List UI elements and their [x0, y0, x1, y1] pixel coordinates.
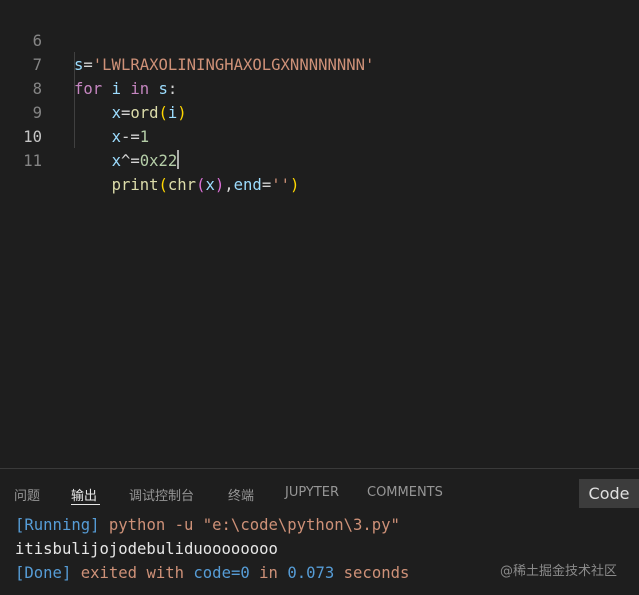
done-tag: [Done]: [15, 564, 72, 582]
token-chr: chr: [167, 176, 197, 194]
code-line-11[interactable]: 11 print(chr(x),end=''): [0, 125, 639, 194]
token-number: 0x22: [139, 152, 178, 170]
token-print: print: [111, 176, 159, 194]
code-line-6[interactable]: 6 s='LWLRAXOLININGHAXOLGXNNNNNNNN': [0, 5, 639, 74]
token-paren: ): [289, 176, 300, 194]
panel-tabs: 问题 输出 调试控制台 终端 JUPYTER COMMENTS Code: [0, 469, 639, 509]
code-line-8[interactable]: 8 x=ord(i): [0, 53, 639, 122]
line-code[interactable]: x^=0x22: [74, 149, 180, 173]
tab-problems[interactable]: 问题: [14, 485, 40, 504]
watermark: @稀土掘金技术社区: [500, 564, 618, 579]
tab-terminal[interactable]: 终端: [228, 485, 254, 504]
tab-output[interactable]: 输出: [71, 485, 97, 504]
bottom-panel: 问题 输出 调试控制台 终端 JUPYTER COMMENTS Code [Ru…: [0, 468, 639, 595]
run-command: python -u "e:\code\python\3.py": [99, 516, 400, 534]
done-time: 0.073: [287, 564, 335, 582]
tab-debug-console[interactable]: 调试控制台: [129, 485, 194, 504]
code-line-7[interactable]: 7 for i in s:: [0, 29, 639, 98]
output-running-line: [Running] python -u "e:\code\python\3.py…: [15, 513, 400, 537]
exit-code: code=0: [193, 564, 250, 582]
output-channel-select[interactable]: Code: [579, 479, 639, 508]
output-result-line: itisbulijojodebuliduoooooooo: [15, 540, 278, 558]
token-x: x: [111, 152, 121, 170]
token-comma: ,: [224, 176, 234, 194]
line-code[interactable]: print(chr(x),end=''): [74, 173, 300, 197]
token-assign: =: [261, 176, 272, 194]
tab-jupyter[interactable]: JUPYTER: [285, 485, 339, 500]
output-done-line: [Done] exited with code=0 in 0.073 secon…: [15, 561, 409, 585]
done-unit: seconds: [334, 564, 410, 582]
token-paren: ): [214, 176, 225, 194]
done-text: exited with: [71, 564, 194, 582]
running-tag: [Running]: [15, 516, 100, 534]
token-x: x: [205, 176, 215, 194]
line-number: 11: [23, 152, 42, 170]
text-cursor: [177, 150, 180, 169]
code-line-10[interactable]: 10 x^=0x22: [0, 101, 639, 170]
done-in: in: [249, 564, 288, 582]
token-end: end: [233, 176, 262, 194]
token-string: '': [271, 176, 290, 194]
code-editor[interactable]: 6 s='LWLRAXOLININGHAXOLGXNNNNNNNN' 7 for…: [0, 0, 639, 468]
token-paren: (: [158, 176, 168, 194]
token-xor-assign: ^=: [120, 152, 140, 170]
active-tab-indicator: [71, 504, 100, 505]
code-line-9[interactable]: 9 x-=1: [0, 77, 639, 146]
tab-comments[interactable]: COMMENTS: [367, 485, 443, 500]
